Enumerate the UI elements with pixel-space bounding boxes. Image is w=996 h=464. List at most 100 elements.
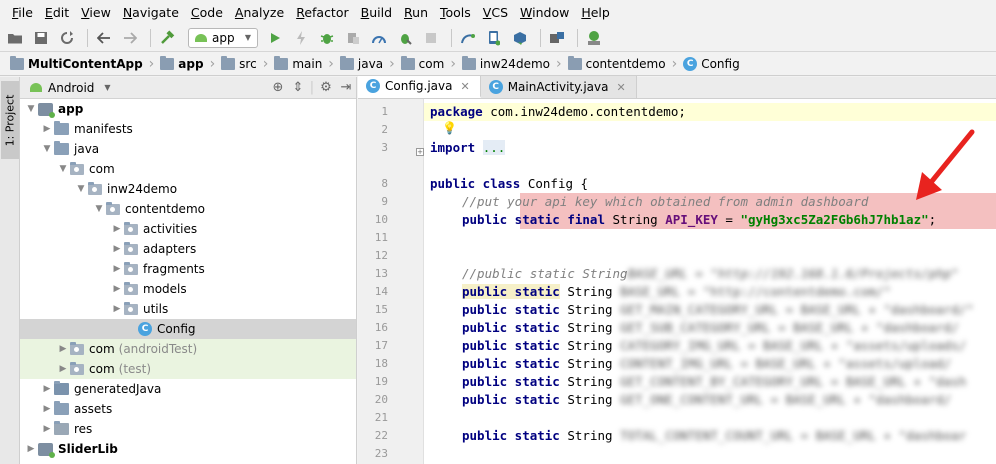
type: String [559, 392, 621, 407]
attach-debugger-icon[interactable] [342, 27, 364, 49]
tree-item-assets[interactable]: ▶ assets [20, 399, 356, 419]
project-panel: Android ▼ ⊕ ⇕ | ⚙ ⇥ ▼ app ▶ manifests ▼ … [20, 77, 357, 464]
collapse-arrow-icon[interactable]: ▶ [110, 244, 124, 254]
gear-icon[interactable]: ⚙ [316, 80, 336, 95]
back-arrow-icon[interactable] [93, 27, 115, 49]
assistant-icon[interactable] [583, 27, 605, 49]
breadcrumb-com[interactable]: com [397, 55, 449, 71]
avd-manager-icon[interactable] [483, 27, 505, 49]
tab-config-java[interactable]: C Config.java ✕ [358, 76, 481, 98]
collapse-arrow-icon[interactable]: ▶ [56, 344, 70, 354]
tree-item-com-test[interactable]: ▶ com (test) [20, 359, 356, 379]
keyword: public static final [462, 212, 605, 227]
fold-toggle-icon[interactable]: + [416, 148, 424, 156]
menu-tools[interactable]: Tools [434, 5, 477, 20]
expand-arrow-icon[interactable]: ▼ [92, 204, 106, 214]
collapse-arrow-icon[interactable]: ▶ [110, 224, 124, 234]
build-hammer-icon[interactable] [156, 27, 178, 49]
tree-item-adapters[interactable]: ▶ adapters [20, 239, 356, 259]
menu-run[interactable]: Run [398, 5, 434, 20]
apply-changes-icon[interactable] [290, 27, 312, 49]
keyword: public class [430, 176, 521, 191]
debug-icon[interactable] [316, 27, 338, 49]
menu-refactor[interactable]: Refactor [290, 5, 354, 20]
keyword: public static [462, 374, 560, 389]
sdk-manager-icon[interactable] [509, 27, 531, 49]
tree-item-java[interactable]: ▼ java [20, 139, 356, 159]
collapse-arrow-icon[interactable]: ▶ [40, 124, 54, 134]
tree-item-res[interactable]: ▶ res [20, 419, 356, 439]
menu-vcs[interactable]: VCS [477, 5, 514, 20]
collapse-arrow-icon[interactable]: ▶ [40, 404, 54, 414]
hide-panel-icon[interactable]: ⇥ [336, 80, 356, 95]
tree-item-manifests[interactable]: ▶ manifests [20, 119, 356, 139]
expand-arrow-icon[interactable]: ▼ [40, 144, 54, 154]
folder-icon [221, 55, 236, 70]
tree-item-activities[interactable]: ▶ activities [20, 219, 356, 239]
collapse-arrow-icon[interactable]: ▶ [110, 304, 124, 314]
project-tool-tab[interactable]: 1: Project [1, 81, 19, 159]
menu-build[interactable]: Build [355, 5, 398, 20]
menu-file[interactable]: File [6, 5, 39, 20]
collapse-all-icon[interactable]: ⇕ [288, 80, 308, 95]
menu-window[interactable]: Window [514, 5, 575, 20]
tab-mainactivity-java[interactable]: C MainActivity.java ✕ [480, 76, 637, 98]
breadcrumb-separator: › [389, 55, 395, 72]
expand-arrow-icon[interactable]: ▼ [24, 104, 38, 114]
run-icon[interactable] [264, 27, 286, 49]
breadcrumb-app[interactable]: app [156, 55, 207, 71]
tree-item-sliderlib[interactable]: ▶ SliderLib [20, 439, 356, 459]
code-line: public static String GET_CONTENT_BY_CATE… [462, 373, 966, 391]
tree-item-contentdemo[interactable]: ▼ contentdemo [20, 199, 356, 219]
menu-help[interactable]: Help [575, 5, 616, 20]
close-icon[interactable]: ✕ [460, 80, 469, 93]
project-structure-icon[interactable] [546, 27, 568, 49]
expand-arrow-icon[interactable]: ▼ [74, 184, 88, 194]
collapse-arrow-icon[interactable]: ▶ [40, 424, 54, 434]
chevron-down-icon[interactable]: ▼ [104, 83, 110, 92]
menu-edit[interactable]: Edit [39, 5, 75, 20]
sync-icon[interactable] [56, 27, 78, 49]
line-number: 20 [374, 393, 388, 406]
collapse-arrow-icon[interactable]: ▶ [110, 284, 124, 294]
tree-item-app[interactable]: ▼ app [20, 99, 356, 119]
breadcrumb-main[interactable]: main [270, 55, 326, 71]
collapse-arrow-icon[interactable]: ▶ [110, 264, 124, 274]
collapse-arrow-icon[interactable]: ▶ [40, 384, 54, 394]
tree-item-models[interactable]: ▶ models [20, 279, 356, 299]
close-icon[interactable]: ✕ [616, 81, 625, 94]
gradle-sync-icon[interactable] [457, 27, 479, 49]
breadcrumb-src[interactable]: src [217, 55, 261, 71]
menu-view[interactable]: View [75, 5, 117, 20]
type: String [559, 302, 621, 317]
tree-item-utils[interactable]: ▶ utils [20, 299, 356, 319]
open-folder-icon[interactable] [4, 27, 26, 49]
breadcrumb-contentdemo[interactable]: contentdemo [564, 55, 670, 71]
stop-icon[interactable] [420, 27, 442, 49]
menu-analyze[interactable]: Analyze [229, 5, 290, 20]
operator: = [717, 212, 741, 227]
expand-arrow-icon[interactable]: ▼ [56, 164, 70, 174]
forward-arrow-icon[interactable] [119, 27, 141, 49]
breadcrumb-project[interactable]: MultiContentApp [6, 55, 147, 71]
project-view-select[interactable]: Android [48, 81, 94, 95]
tree-item-com[interactable]: ▼ com [20, 159, 356, 179]
tree-item-generatedjava[interactable]: ▶ generatedJava [20, 379, 356, 399]
folded-imports[interactable]: ... [482, 140, 506, 155]
menu-navigate[interactable]: Navigate [117, 5, 185, 20]
locate-icon[interactable]: ⊕ [268, 80, 288, 95]
tree-item-fragments[interactable]: ▶ fragments [20, 259, 356, 279]
collapse-arrow-icon[interactable]: ▶ [24, 444, 38, 454]
breadcrumb-java[interactable]: java [336, 55, 387, 71]
breadcrumb-config[interactable]: C Config [679, 56, 744, 71]
profile-icon[interactable] [368, 27, 390, 49]
coverage-icon[interactable] [394, 27, 416, 49]
tree-item-com-androidtest[interactable]: ▶ com (androidTest) [20, 339, 356, 359]
tree-item-config[interactable]: C Config [20, 319, 356, 339]
collapse-arrow-icon[interactable]: ▶ [56, 364, 70, 374]
menu-code[interactable]: Code [185, 5, 229, 20]
save-icon[interactable] [30, 27, 52, 49]
run-config-select[interactable]: app ▼ [188, 27, 258, 48]
tree-item-inw24demo[interactable]: ▼ inw24demo [20, 179, 356, 199]
breadcrumb-inw24demo[interactable]: inw24demo [458, 55, 554, 71]
